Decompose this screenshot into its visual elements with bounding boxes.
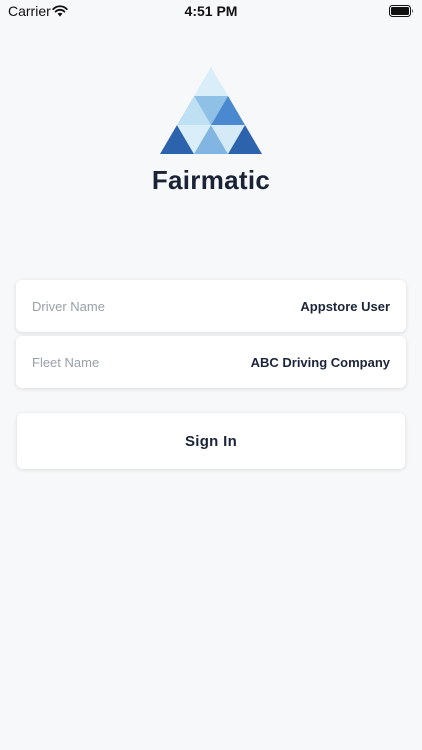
driver-name-label: Driver Name [32,298,105,314]
fleet-name-label: Fleet Name [32,354,100,370]
driver-name-value: Appstore User [300,298,390,314]
fleet-name-value: ABC Driving Company [250,354,390,370]
fairmatic-logo [159,67,263,162]
brand-name: Fairmatic [151,165,271,195]
driver-name-field[interactable]: Driver Name Appstore User [16,280,406,332]
status-bar: Carrier 4:51 PM [0,0,422,24]
fleet-name-field[interactable]: Fleet Name ABC Driving Company [16,336,406,388]
status-time: 4:51 PM [184,3,238,19]
battery-icon [389,4,414,22]
sign-in-button[interactable]: Sign In [17,413,405,469]
